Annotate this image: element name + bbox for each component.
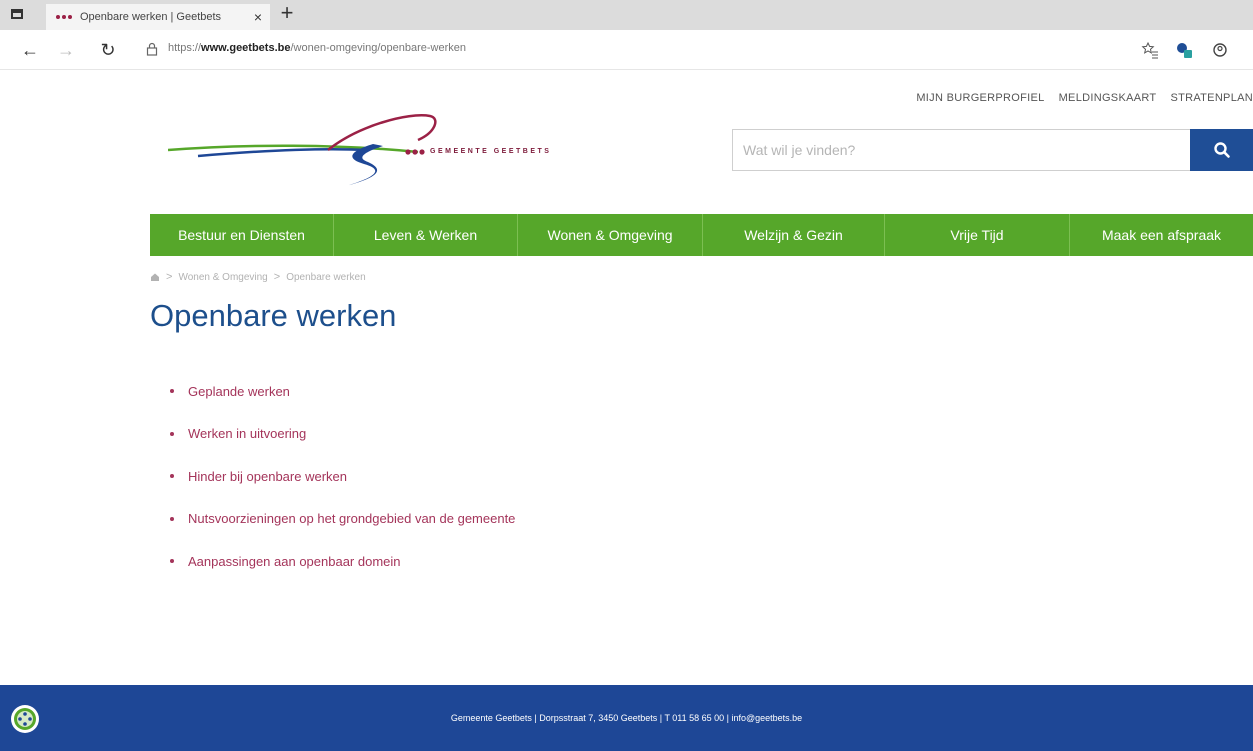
bullet-icon	[170, 431, 174, 436]
link-hinder-openbare-werken[interactable]: Hinder bij openbare werken	[188, 469, 347, 484]
extension-icon[interactable]	[1174, 40, 1194, 60]
tab-actions-icon[interactable]	[8, 6, 26, 22]
breadcrumb-current: Openbare werken	[286, 271, 366, 283]
url-path: /wonen-omgeving/openbare-werken	[290, 42, 466, 54]
bullet-icon	[170, 559, 174, 564]
list-item: Geplande werken	[170, 370, 515, 413]
page-title: Openbare werken	[150, 298, 397, 333]
nav-vrije-tijd[interactable]: Vrije Tijd	[885, 214, 1070, 256]
nav-leven-werken[interactable]: Leven & Werken	[334, 214, 518, 256]
link-geplande-werken[interactable]: Geplande werken	[188, 384, 290, 399]
link-list: Geplande werken Werken in uitvoering Hin…	[170, 370, 515, 583]
home-icon[interactable]	[150, 272, 160, 282]
tab-title: Openbare werken | Geetbets	[80, 11, 222, 23]
site-favicon-icon	[56, 15, 74, 19]
url-host: www.geetbets.be	[201, 42, 291, 54]
link-nutsvoorzieningen[interactable]: Nutsvoorzieningen op het grondgebied van…	[188, 511, 515, 526]
reload-button[interactable]: ↻	[96, 38, 120, 62]
new-tab-button[interactable]: +	[276, 2, 298, 26]
profile-icon[interactable]	[1210, 40, 1230, 60]
list-item: Hinder bij openbare werken	[170, 455, 515, 498]
list-item: Nutsvoorzieningen op het grondgebied van…	[170, 498, 515, 541]
search-input[interactable]	[732, 129, 1190, 171]
toplink-burgerprofiel[interactable]: MIJN BURGERPROFIEL	[916, 92, 1044, 104]
url-field[interactable]: https://www.geetbets.be/wonen-omgeving/o…	[168, 42, 466, 58]
breadcrumb-separator: >	[166, 271, 173, 283]
breadcrumb-wonen-omgeving[interactable]: Wonen & Omgeving	[178, 272, 267, 283]
tab-close-icon[interactable]: ×	[246, 9, 270, 25]
main-navigation: Bestuur en Diensten Leven & Werken Wonen…	[150, 214, 1253, 256]
bullet-icon	[170, 474, 174, 479]
favorites-icon[interactable]	[1140, 40, 1160, 60]
toplink-stratenplan[interactable]: STRATENPLAN	[1170, 92, 1253, 104]
toplink-meldingskaart[interactable]: MELDINGSKAART	[1059, 92, 1157, 104]
link-aanpassingen-openbaar-domein[interactable]: Aanpassingen aan openbaar domein	[188, 554, 401, 569]
nav-maak-een-afspraak[interactable]: Maak een afspraak	[1070, 214, 1253, 256]
list-item: Werken in uitvoering	[170, 413, 515, 456]
breadcrumb-separator: >	[273, 271, 281, 283]
breadcrumb: > Wonen & Omgeving > Openbare werken	[150, 271, 366, 283]
logo-text: GEMEENTE GEETBETS	[430, 148, 552, 155]
url-prefix: https://	[168, 42, 202, 54]
lock-icon[interactable]	[146, 42, 158, 56]
forward-button[interactable]: →	[54, 38, 78, 62]
site-footer: Gemeente Geetbets | Dorpsstraat 7, 3450 …	[0, 685, 1253, 751]
browser-tabbar: Openbare werken | Geetbets × +	[0, 0, 1253, 30]
site-search	[732, 129, 1253, 171]
search-button[interactable]	[1190, 129, 1253, 171]
nav-bestuur-en-diensten[interactable]: Bestuur en Diensten	[150, 214, 334, 256]
browser-addressbar: ← → ↻ https://www.geetbets.be/wonen-omge…	[0, 30, 1253, 70]
footer-contact: Gemeente Geetbets | Dorpsstraat 7, 3450 …	[450, 713, 803, 723]
site-logo[interactable]: GEMEENTE GEETBETS	[167, 106, 588, 192]
nav-welzijn-gezin[interactable]: Welzijn & Gezin	[703, 214, 885, 256]
bullet-icon	[170, 516, 174, 521]
back-button[interactable]: ←	[18, 38, 42, 62]
bullet-icon	[170, 389, 174, 394]
nav-wonen-omgeving[interactable]: Wonen & Omgeving	[518, 214, 703, 256]
search-icon	[1213, 142, 1230, 158]
utility-links: MIJN BURGERPROFIEL MELDINGSKAART STRATEN…	[916, 92, 1253, 104]
link-werken-in-uitvoering[interactable]: Werken in uitvoering	[188, 426, 306, 441]
list-item: Aanpassingen aan openbaar domein	[170, 540, 515, 583]
browser-tab[interactable]: Openbare werken | Geetbets ×	[46, 4, 270, 30]
